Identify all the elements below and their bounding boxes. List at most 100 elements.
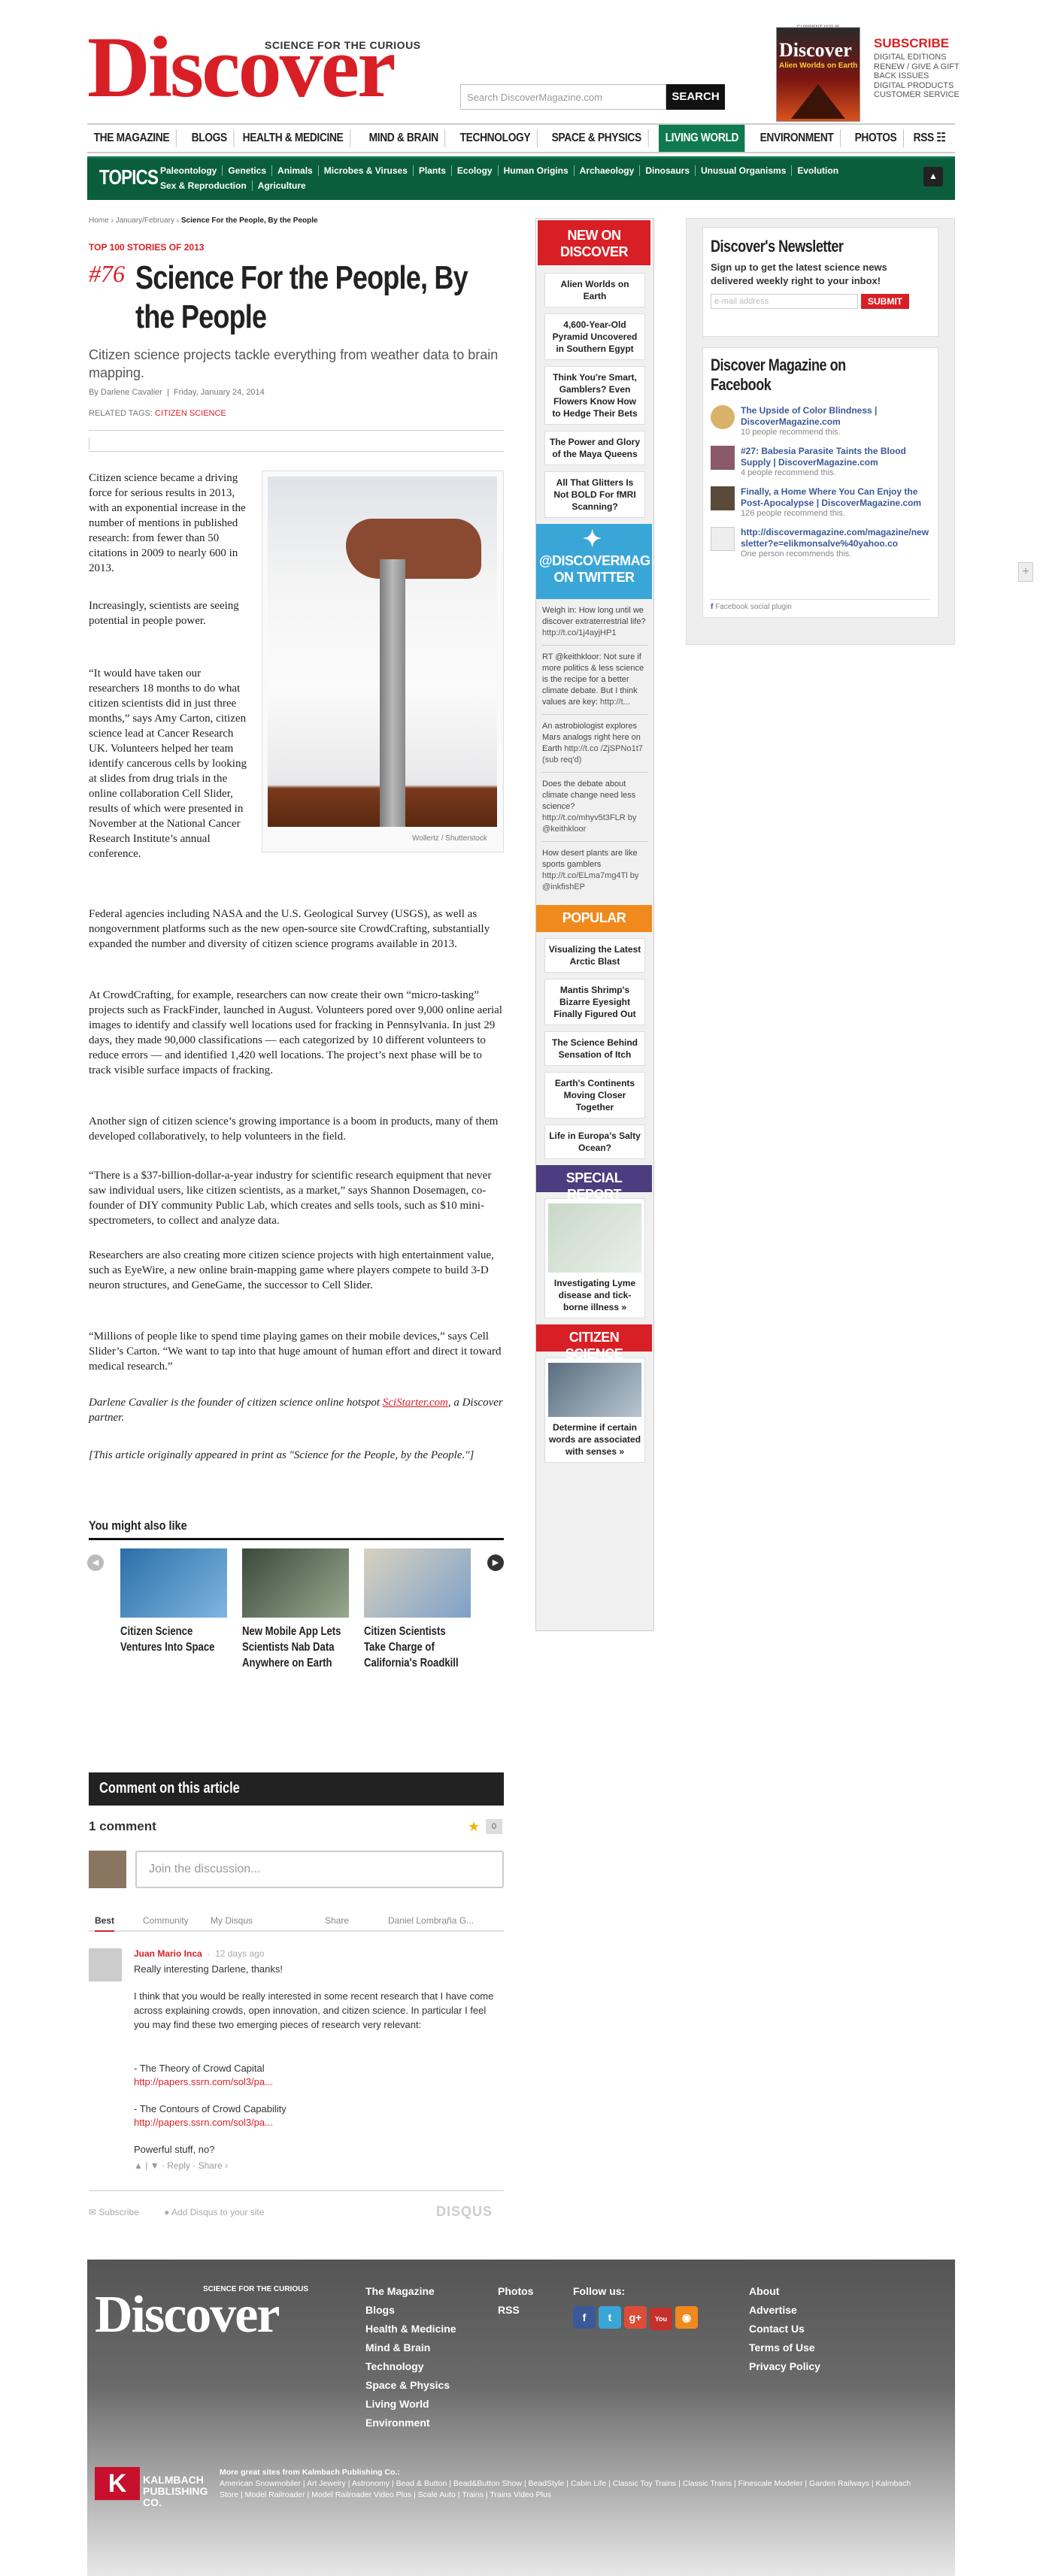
nav-item-blogs[interactable]: BLOGS — [185, 129, 235, 147]
topic-link[interactable]: Evolution — [792, 165, 844, 176]
footer-link[interactable]: The Magazine — [365, 2282, 456, 2301]
star-icon[interactable]: ★ — [468, 1819, 480, 1835]
topic-link[interactable]: Sex & Reproduction — [155, 180, 253, 191]
rail-story[interactable]: Alien Worlds on Earth — [544, 273, 645, 307]
footer-link[interactable]: RSS — [498, 2301, 533, 2320]
related-card[interactable]: New Mobile App Lets Scientists Nab Data … — [242, 1548, 349, 1671]
reply-share-links[interactable]: Reply · Share › — [167, 2160, 228, 2171]
breadcrumb-home[interactable]: Home — [89, 216, 109, 225]
sub-link[interactable]: DIGITAL PRODUCTS — [874, 81, 960, 91]
search-button[interactable]: SEARCH — [666, 84, 725, 110]
tweet[interactable]: Weigh in: How long until we discover ext… — [542, 605, 647, 646]
popular-story[interactable]: The Science Behind Sensation of Itch — [544, 1031, 645, 1066]
fb-item[interactable]: The Upside of Color Blindness | Discover… — [711, 405, 930, 437]
article-kicker[interactable]: TOP 100 STORIES OF 2013 — [89, 242, 204, 253]
footer-link[interactable]: Space & Physics — [365, 2376, 456, 2395]
sub-link[interactable]: RENEW / GIVE A GIFT — [874, 62, 960, 72]
nav-item-photos[interactable]: PHOTOS — [848, 129, 905, 147]
tag-link[interactable]: CITIZEN SCIENCE — [155, 409, 226, 418]
special-report-card[interactable]: Investigating Lyme disease and tick-born… — [544, 1198, 645, 1318]
topic-link[interactable]: Human Origins — [499, 165, 575, 176]
add-disqus-link[interactable]: Add Disqus to your site — [171, 2207, 264, 2217]
footer-link[interactable]: Mind & Brain — [365, 2338, 456, 2357]
twitter-icon[interactable]: t — [599, 2306, 621, 2329]
fb-plugin-label[interactable]: Facebook social plugin — [715, 603, 792, 611]
footer-link[interactable]: Living World — [365, 2395, 456, 2414]
popular-story[interactable]: Mantis Shrimp's Bizarre Eyesight Finally… — [544, 979, 645, 1025]
expand-icon[interactable]: + — [1018, 562, 1033, 582]
comment-author[interactable]: Juan Mario Inca — [134, 1948, 202, 1959]
fb-item[interactable]: http://discovermagazine.com/magazine/new… — [711, 527, 930, 558]
rail-story[interactable]: Think You're Smart, Gamblers? Even Flowe… — [544, 366, 645, 425]
footer-link[interactable]: Privacy Policy — [749, 2357, 820, 2376]
popular-story[interactable]: Earth's Continents Moving Closer Togethe… — [544, 1072, 645, 1118]
topic-link[interactable]: Archaeology — [575, 165, 641, 176]
sub-link[interactable]: DIGITAL EDITIONS — [874, 53, 960, 62]
footer-link[interactable]: Blogs — [365, 2301, 456, 2320]
downvote-icon[interactable]: ▼ — [150, 2160, 159, 2171]
topic-link[interactable]: Plants — [414, 165, 452, 176]
footer-link[interactable]: Photos — [498, 2282, 533, 2301]
tab-my-disqus[interactable]: My Disqus — [211, 1915, 253, 1926]
upvote-icon[interactable]: ▲ — [134, 2160, 143, 2171]
fb-item[interactable]: Finally, a Home Where You Can Enjoy the … — [711, 486, 930, 518]
footer-link[interactable]: Health & Medicine — [365, 2320, 456, 2338]
popular-story[interactable]: Visualizing the Latest Arctic Blast — [544, 938, 645, 973]
user-menu[interactable]: Daniel Lombraña G... — [388, 1915, 474, 1926]
topic-link[interactable]: Unusual Organisms — [696, 165, 793, 176]
fb-link[interactable]: Finally, a Home Where You Can Enjoy the … — [741, 486, 930, 509]
discover-logo[interactable]: Discover — [87, 24, 396, 111]
disqus-logo[interactable]: DISQUS — [436, 2204, 493, 2220]
topic-link[interactable]: Agriculture — [253, 180, 311, 191]
newsletter-email-input[interactable]: e-mail address — [711, 294, 858, 309]
nav-item-space[interactable]: SPACE & PHYSICS — [545, 129, 648, 147]
rss-icon[interactable]: ◉ — [675, 2306, 698, 2329]
tweet-link[interactable]: http://t.co/ELma7mg4Tl by @inkfishEP — [542, 871, 638, 891]
fb-link[interactable]: http://discovermagazine.com/magazine/new… — [741, 527, 930, 549]
subscribe-link[interactable]: SUBSCRIBE — [874, 36, 949, 51]
scistarter-link[interactable]: SciStarter.com — [383, 1397, 448, 1409]
commenter-avatar[interactable] — [89, 1948, 122, 1981]
footer-logo[interactable]: Discover — [95, 2285, 280, 2345]
tweet-link[interactable]: http://t.co/mhyv5t3FLR by @keithkloor — [542, 813, 636, 834]
fb-link[interactable]: #27: Babesia Parasite Taints the Blood S… — [741, 446, 930, 468]
fb-item[interactable]: #27: Babesia Parasite Taints the Blood S… — [711, 446, 930, 477]
search-input[interactable]: Search DiscoverMagazine.com — [460, 84, 666, 110]
carousel-next-icon[interactable]: ▶ — [487, 1554, 504, 1571]
sub-link[interactable]: BACK ISSUES — [874, 71, 960, 81]
tweet[interactable]: RT @keithkloor: Not sure if more politic… — [542, 652, 647, 715]
tweet[interactable]: An astrobiologist explores Mars analogs … — [542, 721, 647, 773]
carousel-prev-icon[interactable]: ◀ — [87, 1554, 104, 1571]
footer-link[interactable]: Environment — [365, 2414, 456, 2432]
footer-link[interactable]: Technology — [365, 2357, 456, 2376]
comment-input[interactable]: Join the discussion... — [135, 1851, 504, 1888]
topic-link[interactable]: Microbes & Viruses — [319, 165, 414, 176]
tweet-link[interactable]: http://t... — [600, 698, 630, 707]
footer-link[interactable]: Advertise — [749, 2301, 820, 2320]
fb-link[interactable]: The Upside of Color Blindness | Discover… — [741, 405, 930, 428]
twitter-header[interactable]: ✦ @DISCOVERMAG ON TWITTER — [536, 524, 652, 599]
youtube-icon[interactable]: You — [650, 2308, 672, 2330]
topic-link[interactable]: Animals — [272, 165, 319, 176]
comment-age[interactable]: 12 days ago — [215, 1948, 264, 1959]
kalmbach-logo-icon[interactable]: K — [95, 2467, 140, 2500]
subscribe-comments-link[interactable]: Subscribe — [99, 2207, 138, 2217]
topic-link[interactable]: Paleontology — [155, 165, 223, 176]
google-plus-icon[interactable]: g+ — [624, 2306, 647, 2329]
popular-story[interactable]: Life in Europa's Salty Ocean? — [544, 1125, 645, 1159]
tab-best[interactable]: Best — [95, 1915, 115, 1932]
comment-link[interactable]: http://papers.ssrn.com/sol3/pa... — [134, 2075, 273, 2089]
newsletter-submit-button[interactable]: SUBMIT — [861, 294, 909, 309]
related-card[interactable]: Citizen Scientists Take Charge of Califo… — [364, 1548, 471, 1671]
comment-link[interactable]: http://papers.ssrn.com/sol3/pa... — [134, 2115, 273, 2130]
tab-community[interactable]: Community — [143, 1915, 189, 1926]
related-card[interactable]: Citizen Science Ventures Into Space — [120, 1548, 227, 1655]
citizen-science-card[interactable]: Determine if certain words are associate… — [544, 1358, 645, 1463]
rail-story[interactable]: The Power and Glory of the Maya Queens — [544, 431, 645, 465]
rail-story[interactable]: All That Glitters Is Not BOLD For fMRI S… — [544, 471, 645, 518]
footer-link[interactable]: About — [749, 2282, 820, 2301]
topic-link[interactable]: Ecology — [452, 165, 499, 176]
tweet-link[interactable]: http://t.co/1j4ayjHP1 — [542, 628, 616, 637]
topics-collapse-icon[interactable]: ▲ — [923, 167, 943, 186]
nav-item-rss[interactable]: RSS ☷ — [907, 129, 952, 147]
